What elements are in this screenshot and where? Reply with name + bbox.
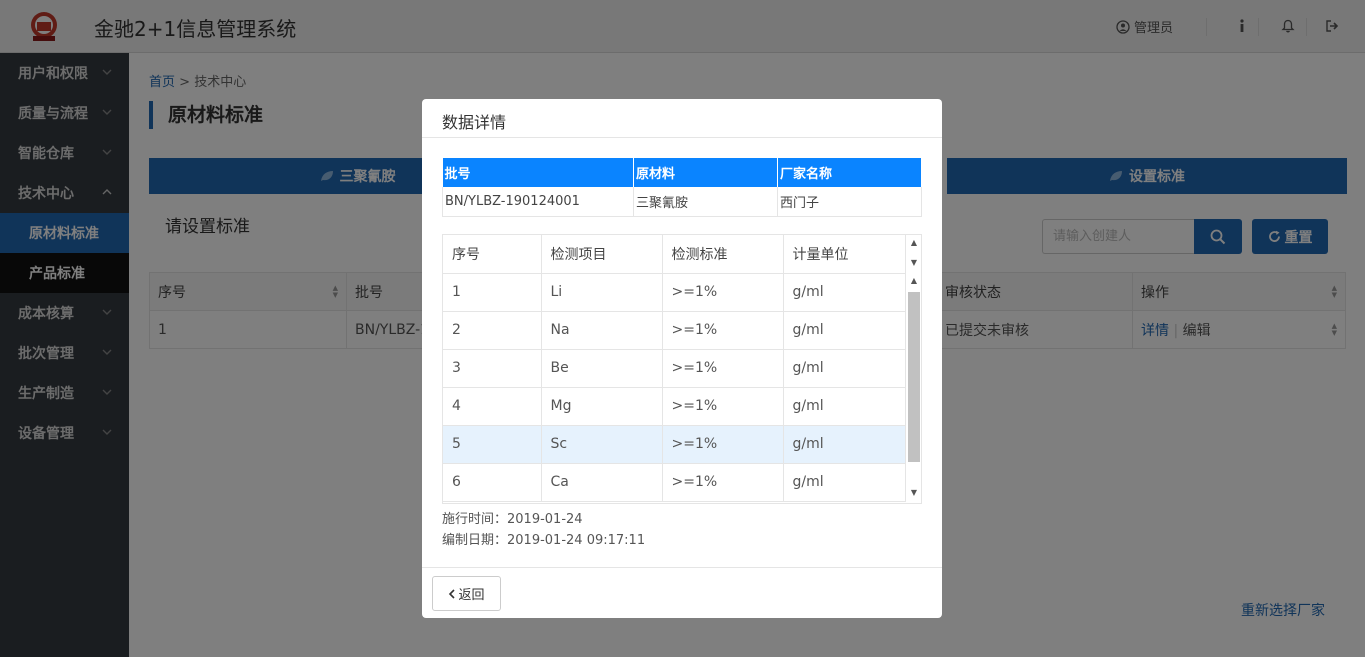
table-cell: >=1% (662, 387, 784, 426)
table-row[interactable]: 4 Mg >=1% g/ml (443, 387, 906, 426)
scroll-up-icon[interactable]: ▲ (909, 277, 919, 285)
table-row-highlighted[interactable]: 5 Sc >=1% g/ml (443, 425, 906, 464)
table-cell: g/ml (783, 273, 906, 312)
divider (422, 137, 942, 138)
table-cell: >=1% (662, 311, 784, 350)
table-header-row: 批号 原材料 厂家名称 (442, 158, 922, 187)
scroll-thumb[interactable] (908, 292, 920, 462)
table-row[interactable]: 2 Na >=1% g/ml (443, 311, 906, 350)
table-cell: >=1% (662, 425, 784, 464)
compile-date: 编制日期：2019-01-24 09:17:11 (442, 529, 645, 548)
table-header-row: 序号 检测项目 检测标准 计量单位 (443, 235, 906, 274)
divider (422, 567, 942, 568)
table-cell: g/ml (783, 463, 906, 502)
column-header: 检测标准 (662, 235, 784, 274)
column-header: 检测项目 (541, 235, 663, 274)
vertical-scrollbar[interactable]: ▲ ▼ ▲ ▼ (906, 235, 921, 503)
batch-number: BN/YLBZ-190124001 (442, 187, 634, 217)
table-cell: g/ml (783, 349, 906, 388)
table-cell: >=1% (662, 349, 784, 388)
chevron-left-icon (449, 588, 456, 599)
execution-time: 施行时间：2019-01-24 (442, 508, 583, 527)
table-cell: 2 (443, 311, 542, 350)
compile-date-label: 编制日期： (442, 533, 508, 548)
raw-material: 三聚氰胺 (633, 187, 778, 217)
table-cell: Mg (541, 387, 663, 426)
table-cell: 4 (443, 387, 542, 426)
back-button-label: 返回 (458, 588, 485, 603)
table-cell: g/ml (783, 425, 906, 464)
table-cell: 6 (443, 463, 542, 502)
table-cell: g/ml (783, 311, 906, 350)
column-header: 原材料 (633, 158, 778, 187)
column-header: 序号 (443, 235, 542, 274)
table-cell: Sc (541, 425, 663, 464)
table-row[interactable]: 3 Be >=1% g/ml (443, 349, 906, 388)
table-row: BN/YLBZ-190124001 三聚氰胺 西门子 (442, 187, 922, 217)
table-cell: Na (541, 311, 663, 350)
table-cell: 1 (443, 273, 542, 312)
detail-table-scroll[interactable]: 序号 检测项目 检测标准 计量单位 1 Li >=1% g/ml 2 Na >=… (442, 234, 922, 504)
manufacturer-name: 西门子 (777, 187, 922, 217)
table-cell: >=1% (662, 273, 784, 312)
table-cell: Be (541, 349, 663, 388)
table-cell: Ca (541, 463, 663, 502)
back-button[interactable]: 返回 (432, 576, 501, 611)
detection-table: 序号 检测项目 检测标准 计量单位 1 Li >=1% g/ml 2 Na >=… (443, 235, 906, 502)
scroll-down-icon[interactable]: ▼ (909, 489, 919, 497)
compile-date-value: 2019-01-24 09:17:11 (507, 533, 646, 548)
column-header: 计量单位 (783, 235, 906, 274)
table-cell: >=1% (662, 463, 784, 502)
data-detail-modal: 数据详情 批号 原材料 厂家名称 BN/YLBZ-190124001 三聚氰胺 … (422, 99, 942, 618)
table-cell: g/ml (783, 387, 906, 426)
table-row[interactable]: 6 Ca >=1% g/ml (443, 463, 906, 502)
modal-title: 数据详情 (442, 113, 507, 132)
column-header: 厂家名称 (777, 158, 922, 187)
scroll-down-icon[interactable]: ▼ (909, 259, 919, 267)
execution-time-label: 施行时间： (442, 512, 508, 527)
table-cell: 3 (443, 349, 542, 388)
table-cell: 5 (443, 425, 542, 464)
table-cell: Li (541, 273, 663, 312)
column-header: 批号 (442, 158, 634, 187)
batch-info-table: 批号 原材料 厂家名称 BN/YLBZ-190124001 三聚氰胺 西门子 (442, 158, 922, 217)
table-row[interactable]: 1 Li >=1% g/ml (443, 273, 906, 312)
scroll-up-icon[interactable]: ▲ (909, 239, 919, 247)
execution-time-value: 2019-01-24 (507, 512, 583, 527)
